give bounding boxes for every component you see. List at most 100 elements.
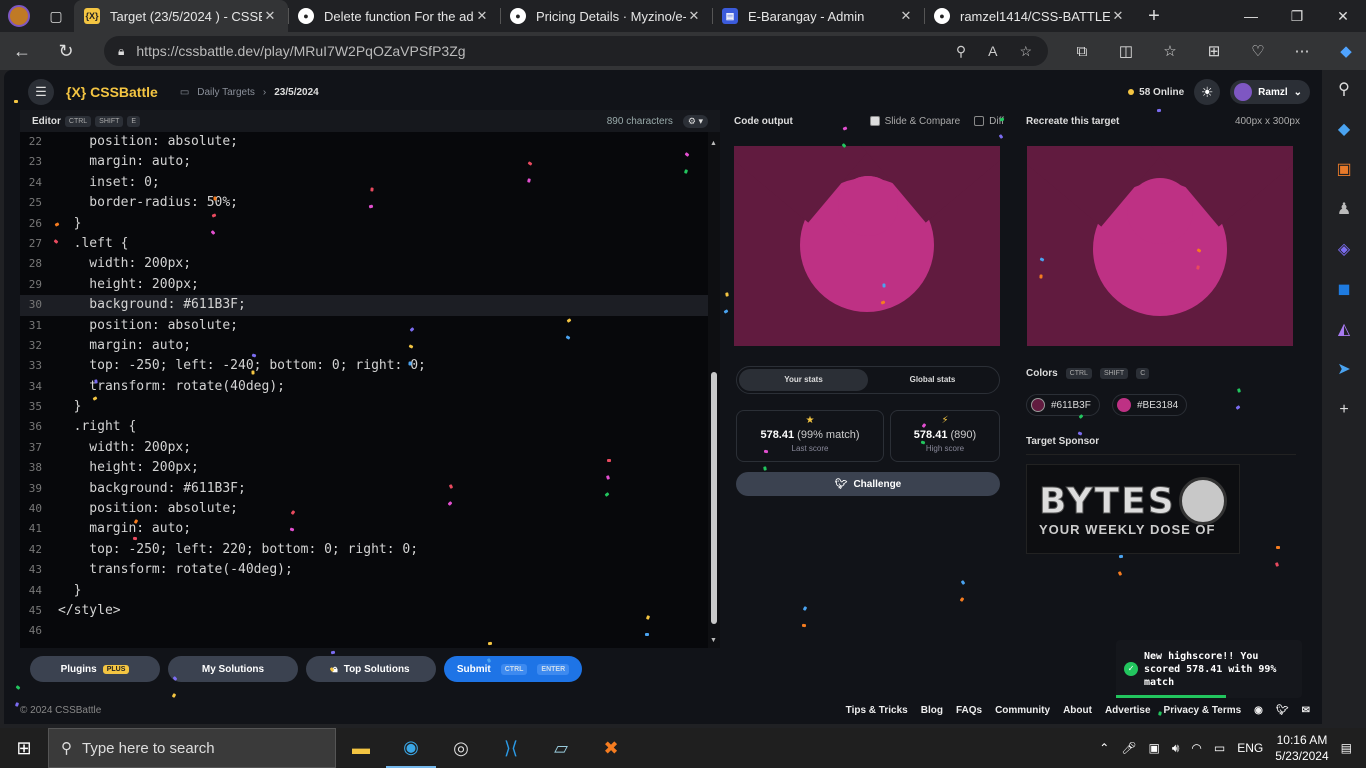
- code-editor[interactable]: 22 position: absolute; 23 margin: auto; 24…: [20, 132, 708, 648]
- microphone-icon[interactable]: 🎤︎: [1121, 741, 1136, 755]
- footer-link[interactable]: Privacy & Terms: [1164, 705, 1242, 716]
- notifications-icon[interactable]: ▤: [1341, 741, 1352, 755]
- close-icon[interactable]: ✕: [898, 8, 914, 24]
- tab-your-stats[interactable]: Your stats: [739, 369, 868, 391]
- code-line[interactable]: 35 }: [20, 397, 708, 417]
- battery-icon[interactable]: ▭: [1214, 741, 1225, 755]
- footer-link[interactable]: Blog: [921, 705, 943, 716]
- zoom-icon[interactable]: ⚲: [956, 43, 966, 60]
- gear-icon[interactable]: ⚙ ▾: [682, 114, 708, 128]
- menu-icon[interactable]: ☰: [28, 79, 54, 105]
- clock[interactable]: 10:16 AM 5/23/2024: [1275, 732, 1328, 764]
- challenge-button[interactable]: 🐦︎ Challenge: [736, 472, 1000, 496]
- scroll-down-icon[interactable]: ▼: [710, 637, 717, 644]
- footer-link[interactable]: Tips & Tricks: [846, 705, 908, 716]
- highscore-toast[interactable]: ✓ New highscore!! You scored 578.41 with…: [1116, 640, 1302, 698]
- plugins-button[interactable]: Plugins PLUS: [30, 656, 160, 682]
- tab-github-delete[interactable]: ● Delete function For the adm ✕: [288, 0, 500, 32]
- scroll-thumb[interactable]: [711, 372, 717, 624]
- refresh-icon[interactable]: ↻: [44, 41, 88, 62]
- output-canvas[interactable]: [734, 146, 1000, 346]
- code-line[interactable]: 44 }: [20, 581, 708, 601]
- m365-icon[interactable]: ◈: [1322, 230, 1366, 270]
- tab-ebarangay[interactable]: ▤ E-Barangay - Admin ✕: [712, 0, 924, 32]
- color-swatch-2[interactable]: #BE3184: [1112, 394, 1188, 416]
- sponsor-banner[interactable]: BYTES YOUR WEEKLY DOSE OF: [1026, 464, 1240, 554]
- discord-icon[interactable]: ◉: [1254, 705, 1263, 716]
- tab-actions-icon[interactable]: ▢: [38, 0, 74, 32]
- code-line[interactable]: 27 .left {: [20, 234, 708, 254]
- minimize-icon[interactable]: —: [1228, 8, 1274, 25]
- footer-link[interactable]: About: [1063, 705, 1092, 716]
- edge-icon[interactable]: ◉: [386, 728, 436, 768]
- code-line[interactable]: 36 .right {: [20, 417, 708, 437]
- user-menu[interactable]: Ramzl ⌄: [1230, 80, 1310, 104]
- profile-button[interactable]: [0, 0, 38, 32]
- code-line[interactable]: 46: [20, 621, 708, 641]
- volume-icon[interactable]: 🔊︎: [1172, 741, 1180, 756]
- close-window-icon[interactable]: ✕: [1320, 8, 1366, 25]
- camera-icon[interactable]: ▣: [1149, 741, 1160, 755]
- code-line[interactable]: 30 background: #611B3F;: [20, 295, 708, 316]
- close-icon[interactable]: ✕: [262, 8, 278, 24]
- code-line[interactable]: 32 margin: auto;: [20, 336, 708, 356]
- mail-icon[interactable]: ✉: [1302, 705, 1310, 716]
- extensions-icon[interactable]: ⧉: [1060, 43, 1104, 60]
- lock-icon[interactable]: 🔒︎: [118, 44, 124, 59]
- slide-compare-checkbox[interactable]: Slide & Compare: [869, 116, 960, 127]
- language-indicator[interactable]: ENG: [1237, 741, 1263, 755]
- tab-cssbattle[interactable]: {X} Target (23/5/2024 ) - CSSBat ✕: [74, 0, 288, 32]
- code-line[interactable]: 43 transform: rotate(-40deg);: [20, 560, 708, 580]
- notepad-icon[interactable]: ▱: [536, 728, 586, 768]
- code-line[interactable]: 33 top: -250; left: -240; bottom: 0; rig…: [20, 356, 708, 376]
- scroll-up-icon[interactable]: ▲: [710, 140, 717, 147]
- code-line[interactable]: 41 margin: auto;: [20, 519, 708, 539]
- tools-icon[interactable]: ▣: [1322, 150, 1366, 190]
- code-line[interactable]: 22 position: absolute;: [20, 132, 708, 152]
- tab-github-cssbattles[interactable]: ● ramzel1414/CSS-BATTLES: D ✕: [924, 0, 1136, 32]
- breadcrumb-daily-targets[interactable]: Daily Targets: [197, 87, 255, 98]
- code-line[interactable]: 28 width: 200px;: [20, 254, 708, 274]
- code-line[interactable]: 37 width: 200px;: [20, 438, 708, 458]
- code-line[interactable]: 42 top: -250; left: 220; bottom: 0; righ…: [20, 540, 708, 560]
- site-logo[interactable]: {X} CSSBattle: [66, 84, 158, 100]
- outlook-icon[interactable]: ◼: [1322, 270, 1366, 310]
- editor-scrollbar[interactable]: ▲ ▼: [708, 132, 720, 648]
- code-line[interactable]: 24 inset: 0;: [20, 173, 708, 193]
- code-line[interactable]: 38 height: 200px;: [20, 458, 708, 478]
- theme-toggle-icon[interactable]: ☀: [1194, 79, 1221, 105]
- my-solutions-button[interactable]: My Solutions: [168, 656, 298, 682]
- send-icon[interactable]: ➤: [1322, 350, 1366, 390]
- back-icon[interactable]: ←: [0, 41, 44, 62]
- code-line[interactable]: 23 margin: auto;: [20, 152, 708, 172]
- collections-icon[interactable]: ⊞: [1192, 42, 1236, 60]
- obs-icon[interactable]: ◎: [436, 728, 486, 768]
- submit-button[interactable]: Submit CTRL ENTER: [444, 656, 582, 682]
- code-line[interactable]: 29 height: 200px;: [20, 275, 708, 295]
- restore-icon[interactable]: ❐: [1274, 8, 1320, 25]
- performance-icon[interactable]: ♡: [1236, 42, 1280, 60]
- code-line[interactable]: 34 transform: rotate(40deg);: [20, 377, 708, 397]
- close-icon[interactable]: ✕: [686, 8, 702, 24]
- games-icon[interactable]: ♟: [1322, 190, 1366, 230]
- tab-global-stats[interactable]: Global stats: [868, 369, 997, 391]
- search-icon[interactable]: ⚲: [1322, 70, 1366, 110]
- code-line[interactable]: 25 border-radius: 50%;: [20, 193, 708, 213]
- favorite-star-icon[interactable]: ☆: [1019, 43, 1032, 60]
- footer-link[interactable]: Advertise: [1105, 705, 1151, 716]
- address-bar[interactable]: 🔒︎ https://cssbattle.dev/play/MRuI7W2PqO…: [104, 36, 1048, 66]
- add-icon[interactable]: +: [1322, 390, 1366, 430]
- twitter-icon[interactable]: 🐦︎: [1276, 705, 1289, 716]
- close-icon[interactable]: ✕: [474, 8, 490, 24]
- code-line[interactable]: 45 </style>: [20, 601, 708, 621]
- wifi-icon[interactable]: ◠: [1191, 741, 1201, 755]
- file-explorer-icon[interactable]: ▬: [336, 728, 386, 768]
- color-swatch-1[interactable]: #611B3F: [1026, 394, 1100, 416]
- more-icon[interactable]: ⋯: [1280, 42, 1324, 60]
- taskbar-search[interactable]: ⚲ Type here to search: [48, 728, 336, 768]
- designer-icon[interactable]: ◭: [1322, 310, 1366, 350]
- tab-github-pricing[interactable]: ● Pricing Details · Myzino/e-b ✕: [500, 0, 712, 32]
- footer-link[interactable]: FAQs: [956, 705, 982, 716]
- vscode-icon[interactable]: ⟩⟨: [486, 728, 536, 768]
- code-line[interactable]: 40 position: absolute;: [20, 499, 708, 519]
